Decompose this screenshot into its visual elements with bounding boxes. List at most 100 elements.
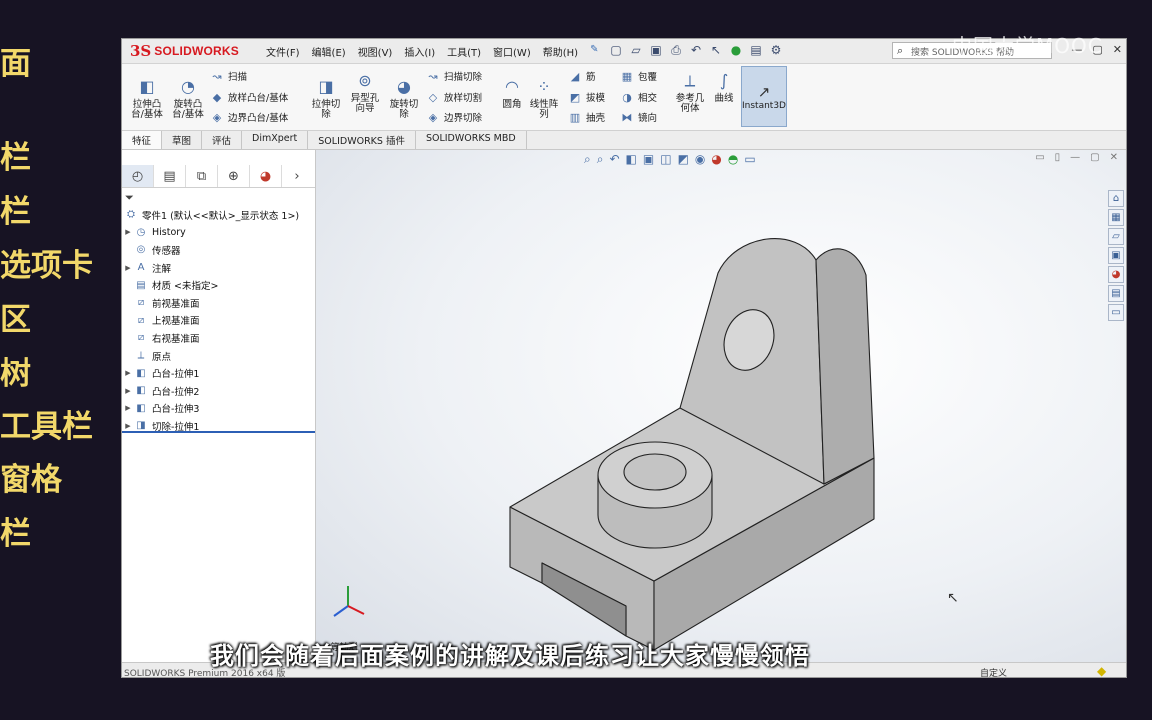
graphics-area[interactable]: ⌕ ⌕ ↶ ◧ ▣ ◫ ◩ ◉ ◕ ◓ ▭ ▭ ▯ — ▢ ✕ *等轴测 ↖ ⌂…	[316, 150, 1126, 662]
lofted-cut-label: 放样切割	[444, 93, 483, 104]
view-palette-icon[interactable]: ▣	[1108, 247, 1124, 264]
tree-item[interactable]: ▤ 材质 <未指定>	[122, 276, 315, 294]
wrap-button[interactable]: ▦ 包覆	[620, 69, 658, 84]
command-tabs: 特征 草图 评估 DimXpert SOLIDWORKS 插件 SOLIDWOR…	[122, 131, 1126, 150]
expand-tabs-chevron-icon[interactable]: ›	[282, 165, 312, 187]
rebuild-icon[interactable]: ●	[728, 42, 744, 58]
expand-arrow-icon[interactable]: ▶	[122, 422, 134, 430]
tree-item-label: 凸台-拉伸3	[152, 404, 200, 416]
revolve-cut-label: 旋转切除	[389, 99, 419, 120]
feature-tree-tab-icon[interactable]: ◴	[122, 165, 154, 187]
lofted-cut-button[interactable]: ◇ 放样切割	[426, 90, 483, 105]
menu-insert[interactable]: 插入(I)	[404, 44, 435, 59]
origin-icon: ⟂	[137, 350, 145, 362]
appearances-icon[interactable]: ◕	[1108, 266, 1124, 283]
reference-geometry-button[interactable]: ⟂ 参考几何体	[673, 70, 707, 114]
swept-cut-button[interactable]: ↝ 扫描切除	[426, 69, 482, 84]
tree-item[interactable]: ▶ ◧ 凸台-拉伸2	[122, 382, 315, 400]
tab-sketch[interactable]: 草图	[162, 131, 203, 149]
sweep-button[interactable]: ↝ 扫描	[210, 69, 247, 84]
instant3d-button[interactable]: ↗ Instant3D	[741, 66, 787, 127]
menu-help[interactable]: 帮助(H)	[543, 44, 578, 59]
left-label: 树	[0, 356, 31, 392]
fillet-button[interactable]: ◠ 圆角	[500, 76, 524, 110]
tree-item-label: History	[152, 226, 186, 238]
dimxpert-manager-tab-icon[interactable]: ⊕	[218, 165, 250, 187]
expand-arrow-icon[interactable]: ▶	[122, 369, 134, 377]
menu-view[interactable]: 视图(V)	[358, 44, 393, 59]
display-manager-tab-icon[interactable]: ◕	[250, 165, 282, 187]
draft-button[interactable]: ◩ 拔模	[568, 90, 605, 105]
file-explorer-icon[interactable]: ▱	[1108, 228, 1124, 245]
home-icon[interactable]: ⌂	[1108, 190, 1124, 207]
hole-wizard-button[interactable]: ⊚ 异型孔向导	[347, 70, 383, 114]
extrude-cut-button[interactable]: ◨ 拉伸切除	[308, 76, 344, 120]
save-icon[interactable]: ▣	[648, 42, 664, 58]
tree-item[interactable]: ▶ A 注解	[122, 259, 315, 277]
fillet-icon: ◠	[505, 77, 519, 96]
expand-arrow-icon[interactable]: ▶	[122, 387, 134, 395]
options-gear-icon[interactable]: ⚙	[768, 42, 784, 58]
shell-button[interactable]: ▥ 抽壳	[568, 110, 605, 125]
tab-mbd[interactable]: SOLIDWORKS MBD	[416, 131, 527, 149]
tree-item[interactable]: ▶ ◷ History	[122, 224, 315, 242]
boss-hole	[623, 453, 687, 491]
extrude-boss-button[interactable]: ◧ 拉伸凸台/基体	[128, 76, 166, 120]
linear-pattern-button[interactable]: ⁘ 线性阵列	[528, 76, 560, 120]
revolve-boss-button[interactable]: ◔ 旋转凸台/基体	[169, 76, 207, 120]
configuration-manager-tab-icon[interactable]: ⧉	[186, 165, 218, 187]
expand-arrow-icon[interactable]: ▶	[122, 228, 134, 236]
design-library-icon[interactable]: ▦	[1108, 209, 1124, 226]
feature-manager-tabs: ◴ ▤ ⧉ ⊕ ◕ ›	[122, 165, 315, 188]
open-file-icon[interactable]: ▱	[628, 42, 644, 58]
property-manager-tab-icon[interactable]: ▤	[154, 165, 186, 187]
part-model[interactable]	[316, 150, 1126, 662]
tree-item[interactable]: ⧄ 前视基准面	[122, 294, 315, 312]
filter-icon[interactable]: ⏷	[125, 191, 134, 205]
menu-window[interactable]: 窗口(W)	[493, 44, 531, 59]
tab-features[interactable]: 特征	[122, 131, 163, 149]
loft-button[interactable]: ◆ 放样凸台/基体	[210, 90, 288, 105]
menu-tools[interactable]: 工具(T)	[447, 44, 481, 59]
rollback-bar[interactable]	[122, 431, 315, 433]
boundary-cut-button[interactable]: ◈ 边界切除	[426, 110, 482, 125]
print-icon[interactable]: ⎙	[668, 42, 684, 58]
boss-extrude-icon: ◧	[136, 402, 146, 414]
tree-root[interactable]: ⛭ 零件1 (默认<<默认>_显示状态 1>)	[122, 206, 315, 224]
tree-item[interactable]: ⧄ 上视基准面	[122, 312, 315, 330]
custom-properties-icon[interactable]: ▤	[1108, 285, 1124, 302]
revolve-cut-button[interactable]: ◕ 旋转切除	[386, 76, 422, 120]
tab-addins[interactable]: SOLIDWORKS 插件	[308, 131, 416, 149]
menu-edit[interactable]: 编辑(E)	[312, 44, 346, 59]
select-arrow-icon[interactable]: ↖	[708, 42, 724, 58]
intersect-icon: ◑	[622, 90, 632, 104]
tab-evaluate[interactable]: 评估	[202, 131, 243, 149]
undo-icon[interactable]: ↶	[688, 42, 704, 58]
tab-dimxpert[interactable]: DimXpert	[242, 131, 309, 149]
rib-button[interactable]: ◢ 筋	[568, 69, 596, 84]
tree-item[interactable]: ⟂ 原点	[122, 347, 315, 365]
pin-icon[interactable]: ✎	[590, 44, 598, 59]
wrap-label: 包覆	[638, 72, 658, 83]
file-properties-icon[interactable]: ▤	[748, 42, 764, 58]
expand-arrow-icon[interactable]: ▶	[122, 264, 134, 272]
tree-item[interactable]: ▶ ◧ 凸台-拉伸3	[122, 400, 315, 418]
expand-arrow-icon[interactable]: ▶	[122, 404, 134, 412]
rebuild-status-icon[interactable]: ◆	[1097, 664, 1106, 677]
boundary-boss-button[interactable]: ◈ 边界凸台/基体	[210, 110, 288, 125]
task-pane-tabs: ⌂ ▦ ▱ ▣ ◕ ▤ ▭	[1108, 190, 1126, 321]
new-file-icon[interactable]: ▢	[608, 42, 624, 58]
tree-item[interactable]: ▶ ◧ 凸台-拉伸1	[122, 364, 315, 382]
mirror-button[interactable]: ⧓ 镜向	[620, 110, 658, 125]
revolve-boss-icon: ◔	[181, 77, 195, 96]
close-icon[interactable]: ✕	[1113, 43, 1122, 56]
tree-item[interactable]: ⧄ 右视基准面	[122, 329, 315, 347]
plane-icon: ⧄	[137, 297, 145, 309]
menu-file[interactable]: 文件(F)	[266, 44, 300, 59]
intersect-button[interactable]: ◑ 相交	[620, 90, 657, 105]
app-logo[interactable]: 3S SOLIDWORKS	[130, 42, 239, 60]
watermark: 中国大学MOOC	[952, 34, 1103, 58]
forum-icon[interactable]: ▭	[1108, 304, 1124, 321]
curves-button[interactable]: ∫ 曲线	[710, 70, 738, 104]
tree-item[interactable]: ◎ 传感器	[122, 241, 315, 259]
